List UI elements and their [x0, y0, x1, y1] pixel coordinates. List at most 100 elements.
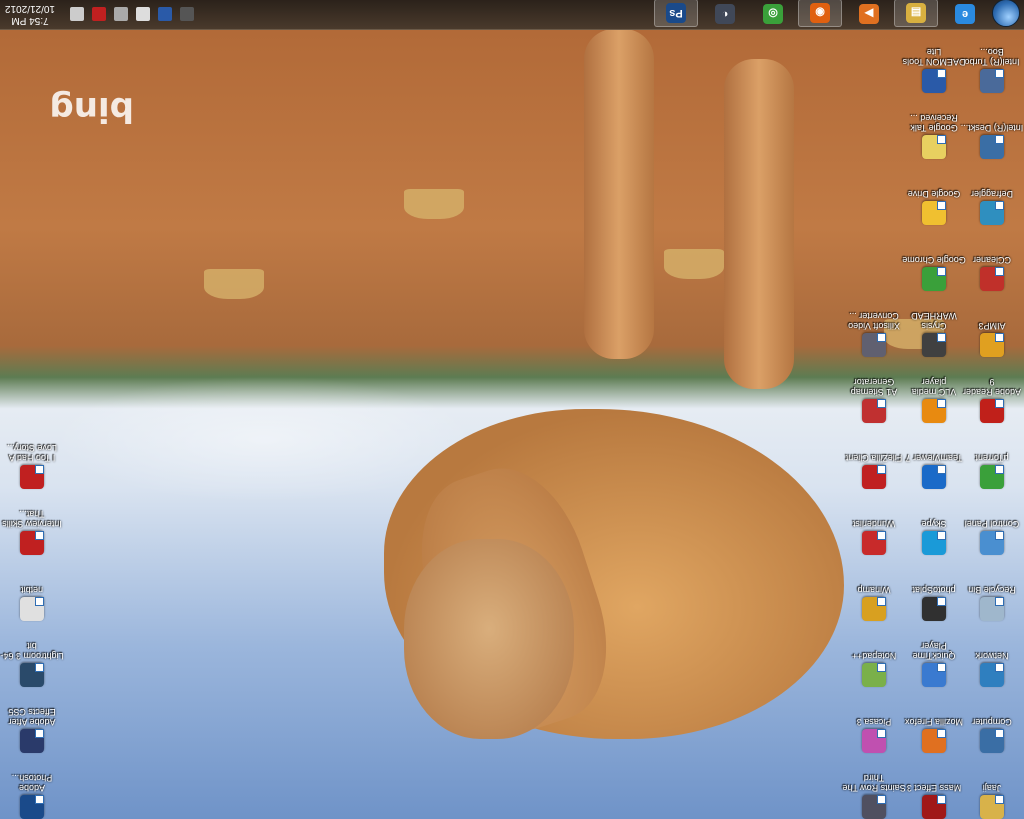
desktop-icon-i-too-had-a-love-story[interactable]: I Too Had A Love Story...	[0, 443, 64, 489]
desktop-icon-label: Adobe After Effects CS5	[8, 707, 56, 727]
defraggler-icon	[980, 201, 1004, 225]
desktop-icon-mass-effect-3[interactable]: Mass Effect 3	[902, 783, 966, 819]
desktop-icon-label: µTorrent	[975, 453, 1009, 463]
clock-time: 7:54 PM	[11, 15, 49, 26]
desktop-icon-ccleaner[interactable]: CCleaner	[960, 255, 1024, 291]
network-icon[interactable]	[136, 7, 150, 21]
volume-icon[interactable]	[70, 7, 84, 21]
desktop-icon-adobe-reader-9[interactable]: Adobe Reader 9	[960, 377, 1024, 423]
desktop-icon-jaaji[interactable]: Jaaji	[960, 783, 1024, 819]
desktop-icon-daemon-tools-lite[interactable]: DAEMON Tools Lite	[902, 47, 966, 93]
desktop-icon-interview-skills-that[interactable]: Interview Skills That...	[0, 509, 64, 555]
desktop-screen: bing Jaaji Computer Network Recycle Bin Cont…	[0, 0, 1024, 819]
desktop-icon-label: Crysis WARHEAD	[911, 311, 957, 331]
desktop-icon-label: Picasa 3	[856, 717, 892, 727]
desktop-icon-google-drive[interactable]: Google Drive	[902, 189, 966, 225]
steam-icon: ◐	[715, 4, 735, 24]
desktop-icon-xilisoft-video-converter[interactable]: Xilisoft Video Converter ...	[842, 311, 906, 357]
desktop-icon-adobe-after-effects-cs5[interactable]: Adobe After Effects CS5	[0, 707, 64, 753]
action-center-icon[interactable]	[92, 7, 106, 21]
lightroom-3-64-bit-icon	[20, 663, 44, 687]
desktop-icon-intel-r-deskt[interactable]: Intel(R) Deskt...	[960, 123, 1024, 159]
taskbar-windows-explorer-button[interactable]: ▤	[894, 0, 938, 27]
desktop-icon-saints-row-the-third[interactable]: Saints Row The Third	[842, 773, 906, 819]
filezilla-client-icon	[862, 465, 886, 489]
google-chrome-icon	[922, 267, 946, 291]
desktop-icon-intel-r-turbo-boo[interactable]: Intel(R) Turbo Boo...	[960, 47, 1024, 93]
camel-leg	[724, 59, 794, 389]
desktop-icon-notepad[interactable]: Notepad++	[842, 651, 906, 687]
desktop-icon-label: Lightroom 3 64-bit	[0, 641, 64, 661]
picasa-3-icon	[862, 729, 886, 753]
desktop-icon-adobe-photosh[interactable]: Adobe Photosh...	[0, 773, 64, 819]
desktop-icon-photosplat[interactable]: photoSplat	[902, 585, 966, 621]
desktop-icon-winamp[interactable]: Winamp	[842, 585, 906, 621]
desktop-icon-mozilla-firefox[interactable]: Mozilla Firefox	[902, 717, 966, 753]
desktop-icon-label: Google Talk Received ...	[910, 113, 958, 133]
desktop-icon-label: Winamp	[857, 585, 891, 595]
taskbar-firefox-button[interactable]: ◉	[798, 0, 842, 27]
teamviewer-7-icon	[922, 465, 946, 489]
desktop-icon-crysis-warhead[interactable]: Crysis WARHEAD	[902, 311, 966, 357]
interview-skills-that-icon	[20, 531, 44, 555]
xilisoft-video-converter-icon	[862, 333, 886, 357]
desktop-icon-defraggler[interactable]: Defraggler	[960, 189, 1024, 225]
jaaji-icon	[980, 795, 1004, 819]
vlc-media-player-icon	[922, 399, 946, 423]
desktop-icon-label: CCleaner	[972, 255, 1012, 265]
notepad-icon	[862, 663, 886, 687]
clock-date: 10/21/2012	[4, 3, 56, 14]
clock[interactable]: 7:54 PM 10/21/2012	[0, 2, 60, 26]
taskbar-windows-media-player-button[interactable]: ▶	[848, 1, 890, 27]
desktop-icon-recycle-bin[interactable]: Recycle Bin	[960, 585, 1024, 621]
control-panel-icon	[980, 531, 1004, 555]
desktop-icon-skype[interactable]: Skype	[902, 519, 966, 555]
desktop-icon-label: photoSplat	[912, 585, 956, 595]
crysis-warhead-icon	[922, 333, 946, 357]
google-drive-icon	[922, 201, 946, 225]
google-talk-received-icon	[922, 135, 946, 159]
desktop-icon-label: A1 Sitemap Generator	[850, 377, 898, 397]
desktop-icon-label: Jaaji	[982, 783, 1002, 793]
desktop-icon-teamviewer-7[interactable]: TeamViewer 7	[902, 453, 966, 489]
desktop-icon-google-chrome[interactable]: Google Chrome	[902, 255, 966, 291]
desktop-icon-aimp3[interactable]: AIMP3	[960, 321, 1024, 357]
desktop-icon-network[interactable]: Network	[960, 651, 1024, 687]
desktop-icon-picasa-3[interactable]: Picasa 3	[842, 717, 906, 753]
taskbar-photoshop-button[interactable]: Ps	[654, 0, 698, 27]
desktop-icon-google-talk-received[interactable]: Google Talk Received ...	[902, 113, 966, 159]
grass-tuft	[204, 269, 264, 299]
desktop-icon-filezilla-client[interactable]: FileZilla Client	[842, 453, 906, 489]
desktop-icon-label: netbit	[20, 585, 44, 595]
saints-row-the-third-icon	[862, 795, 886, 819]
desktop-icon-label: Control Panel	[964, 519, 1020, 529]
mass-effect-3-icon	[922, 795, 946, 819]
taskbar-steam-button[interactable]: ◐	[704, 1, 746, 27]
desktop-icon-label: Google Drive	[907, 189, 961, 199]
desktop-icon-torrent[interactable]: µTorrent	[960, 453, 1024, 489]
computer-icon	[980, 729, 1004, 753]
monitor-icon[interactable]	[114, 7, 128, 21]
skype-icon	[922, 531, 946, 555]
taskbar-chrome-button[interactable]: ◎	[752, 1, 794, 27]
taskbar-internet-explorer-button[interactable]: e	[944, 1, 986, 27]
desktop-icon-netbit[interactable]: netbit	[0, 585, 64, 621]
a1-sitemap-generator-icon	[862, 399, 886, 423]
desktop-icon-label: Skype	[921, 519, 947, 529]
firefox-icon: ◉	[810, 3, 830, 23]
desktop-icon-control-panel[interactable]: Control Panel	[960, 519, 1024, 555]
desktop-icon-quicktime-player[interactable]: QuickTime Player	[902, 641, 966, 687]
desktop-icon-lightroom-3-64-bit[interactable]: Lightroom 3 64-bit	[0, 641, 64, 687]
intel-r-turbo-boo-icon	[980, 69, 1004, 93]
tray-chevron-icon[interactable]	[180, 7, 194, 21]
tray-app-icon[interactable]	[158, 7, 172, 21]
intel-r-deskt-icon	[980, 135, 1004, 159]
desktop-icon-vlc-media-player[interactable]: VLC media player	[902, 377, 966, 423]
desktop-icon-computer[interactable]: Computer	[960, 717, 1024, 753]
netbit-icon	[20, 597, 44, 621]
desktop-icon-wunderlist[interactable]: Wunderlist	[842, 519, 906, 555]
daemon-tools-lite-icon	[922, 69, 946, 93]
desktop-icon-a1-sitemap-generator[interactable]: A1 Sitemap Generator	[842, 377, 906, 423]
start-button[interactable]	[992, 0, 1020, 27]
aimp3-icon	[980, 333, 1004, 357]
